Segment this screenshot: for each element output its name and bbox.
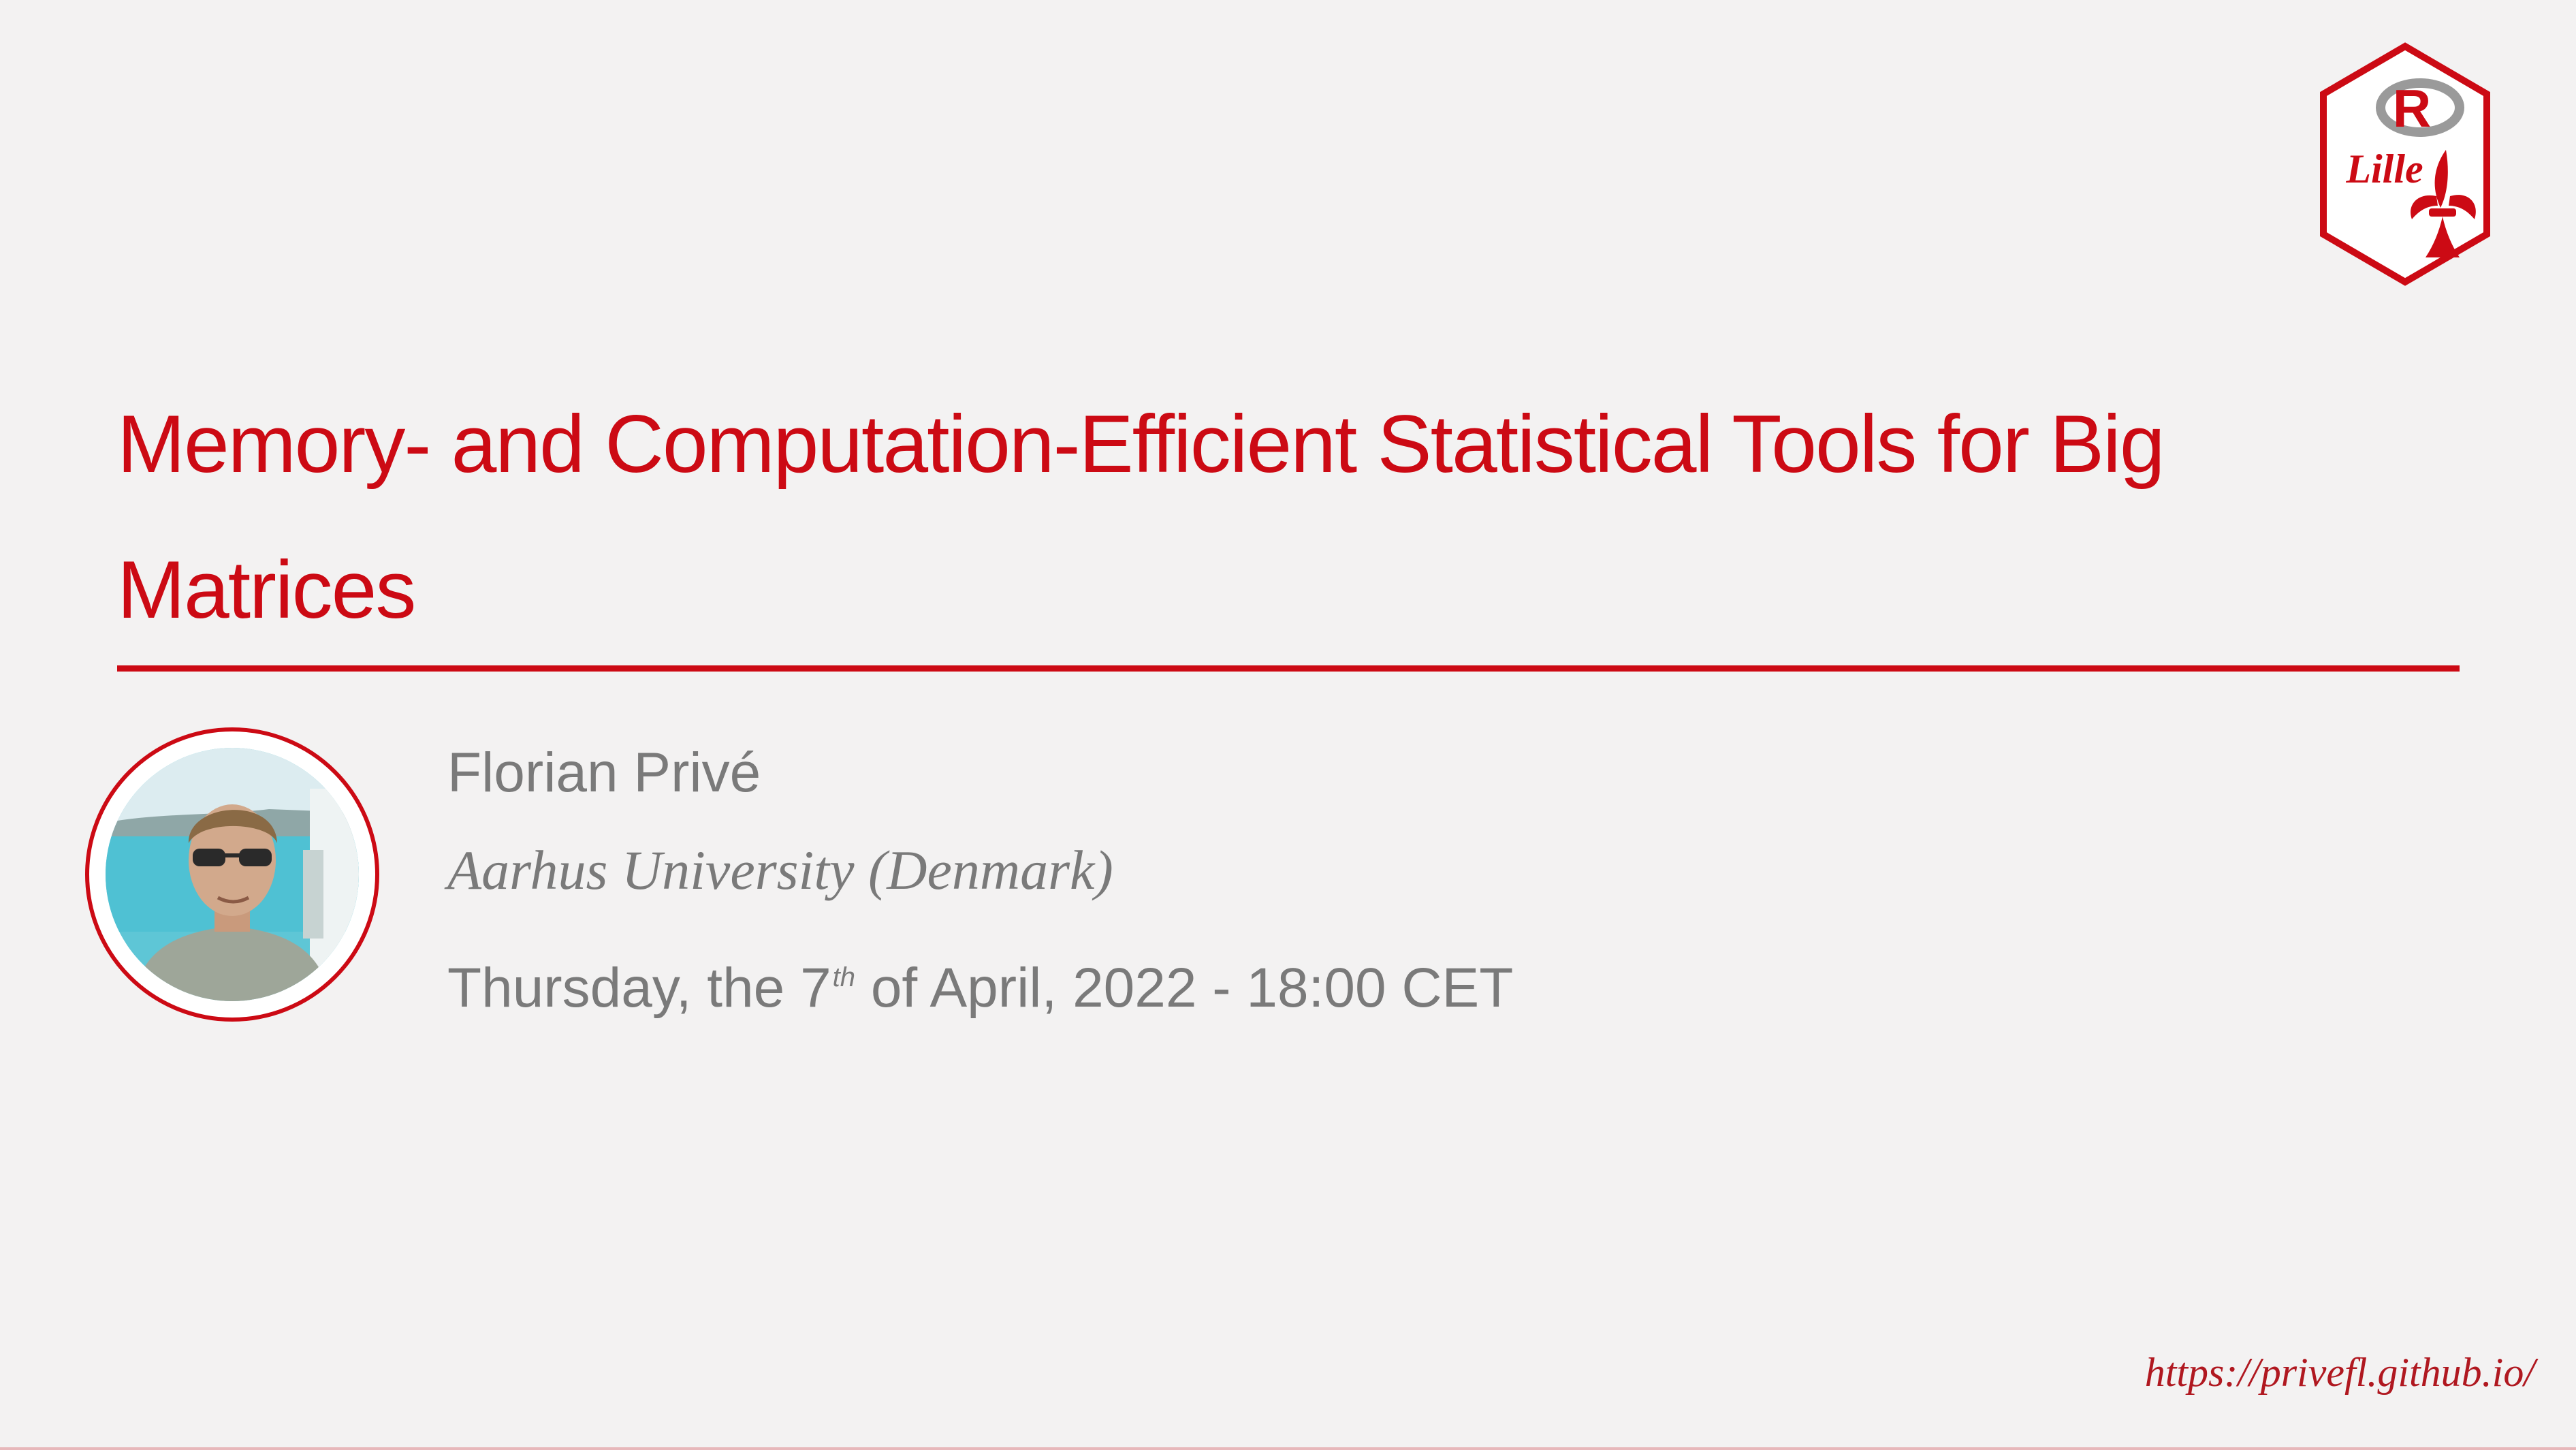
title-divider — [117, 665, 2460, 672]
slide-title: Memory- and Computation-Efficient Statis… — [117, 398, 2165, 635]
date-ordinal-suffix: th — [832, 962, 856, 992]
date-suffix: of April, 2022 - 18:00 CET — [855, 957, 1514, 1019]
author-avatar — [85, 727, 379, 1022]
author-name: Florian Privé — [447, 742, 761, 804]
website-link[interactable]: https://privefl.github.io/ — [2145, 1345, 2535, 1400]
logo-letter: R — [2393, 78, 2431, 138]
date-prefix: Thursday, the 7 — [447, 957, 831, 1019]
footer-divider — [0, 1447, 2576, 1450]
r-lille-logo: R Lille — [2320, 42, 2490, 286]
author-photo — [106, 748, 359, 1001]
author-institute: Aarhus University (Denmark) — [447, 839, 1113, 901]
presentation-date: Thursday, the 7th of April, 2022 - 18:00… — [447, 943, 1513, 1022]
logo-city: Lille — [2345, 146, 2423, 191]
